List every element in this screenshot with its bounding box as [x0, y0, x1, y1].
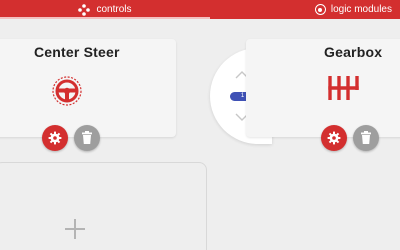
- dpad-icon: [78, 3, 91, 16]
- gear-icon: [48, 131, 62, 145]
- delete-button[interactable]: [74, 125, 100, 151]
- tab-controls-label: controls: [96, 4, 132, 15]
- plus-icon[interactable]: [64, 218, 86, 240]
- settings-button[interactable]: [42, 125, 68, 151]
- steering-wheel-icon: [52, 76, 82, 106]
- tab-logic-modules[interactable]: logic modules: [210, 0, 400, 19]
- app-root: controls logic modules Center Steer 1 Ge…: [0, 0, 400, 250]
- tab-bar: controls logic modules: [0, 0, 400, 19]
- trash-icon: [82, 131, 92, 144]
- settings-button[interactable]: [321, 125, 347, 151]
- gearshift-icon: [328, 76, 359, 100]
- logic-icon: [314, 4, 326, 15]
- add-module-slot[interactable]: [0, 162, 207, 250]
- module-title: Center Steer: [34, 44, 120, 60]
- active-tab-indicator: [0, 17, 210, 19]
- module-card-center-steer[interactable]: Center Steer: [0, 39, 176, 151]
- trash-icon: [361, 131, 371, 144]
- delete-button[interactable]: [353, 125, 379, 151]
- module-card-gearbox[interactable]: Gearbox: [246, 39, 400, 151]
- module-title: Gearbox: [324, 44, 383, 60]
- gear-icon: [327, 131, 341, 145]
- tab-logic-modules-label: logic modules: [330, 4, 392, 15]
